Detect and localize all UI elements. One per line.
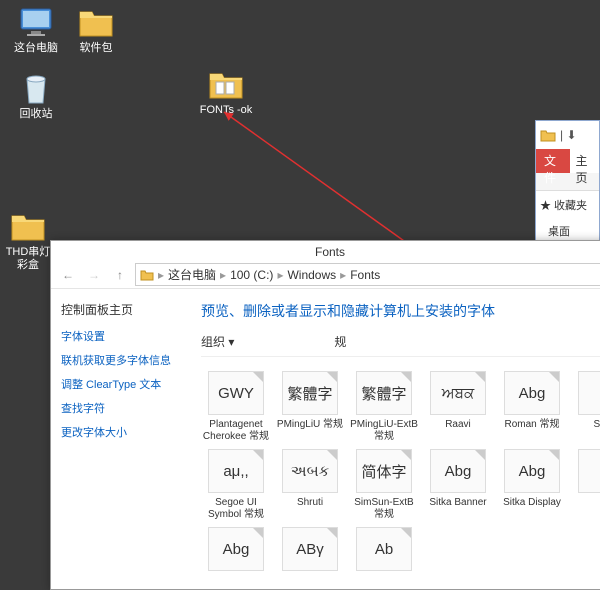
font-thumb: 简体字 [356, 449, 412, 493]
breadcrumb-seg[interactable]: Fonts [350, 268, 380, 282]
breadcrumb[interactable]: ▸ 这台电脑 ▸ 100 (C:) ▸ Windows ▸ Fonts [135, 263, 600, 286]
main-pane: 预览、删除或者显示和隐藏计算机上安装的字体 组织 ▾ 规 GWY Plantage… [181, 289, 600, 589]
sidebar-link[interactable]: 调整 ClearType 文本 [61, 376, 171, 392]
font-label: PMingLiU-ExtB 常规 [349, 419, 419, 443]
nav-forward-button[interactable]: → [83, 265, 105, 285]
font-thumb: S [578, 449, 600, 493]
font-label: Segoe UI Symbol 常规 [201, 497, 271, 521]
font-item[interactable]: A Scala [571, 371, 600, 443]
font-thumb: aμ,, [208, 449, 264, 493]
font-item[interactable]: aμ,, Segoe UI Symbol 常规 [201, 449, 271, 521]
font-item[interactable]: GWY Plantagenet Cherokee 常规 [201, 371, 271, 443]
font-item[interactable]: ਅਬਕ Raavi [423, 371, 493, 443]
desktop-icon-recycle[interactable]: 回收站 [8, 70, 64, 121]
desktop-icon-software[interactable]: 软件包 [68, 4, 124, 55]
sidebar-link[interactable]: 字体设置 [61, 328, 171, 344]
sidebar-header: 控制面板主页 [61, 301, 171, 318]
font-item[interactable]: Abg [201, 527, 271, 575]
tab-file[interactable]: 文件 [536, 149, 570, 173]
sidebar-link[interactable]: 查找字符 [61, 400, 171, 416]
font-thumb: A [578, 371, 600, 415]
font-label: PMingLiU 常规 [275, 419, 345, 431]
toolbar-regular: 规 [334, 333, 346, 350]
font-item[interactable]: Abg Sitka Banner [423, 449, 493, 521]
breadcrumb-seg[interactable]: 这台电脑 [168, 266, 216, 283]
font-label: Raavi [423, 419, 493, 431]
font-thumb: ਅਬਕ [430, 371, 486, 415]
sidebar-desktop[interactable]: 桌面 [540, 223, 595, 239]
recycle-bin-icon [18, 70, 54, 106]
folder-icon [208, 66, 244, 102]
font-item[interactable]: 繁體字 PMingLiU 常规 [275, 371, 345, 443]
font-label: Sitka Banner [423, 497, 493, 509]
annotation-arrow [220, 108, 440, 258]
desktop-icon-label: THD串灯 彩盒 [2, 246, 54, 272]
folder-icon [140, 268, 154, 282]
font-thumb: 繁體字 [356, 371, 412, 415]
font-thumb: Abg [504, 371, 560, 415]
favorites-label[interactable]: ★ 收藏夹 [540, 197, 595, 213]
sidebar: 控制面板主页 字体设置 联机获取更多字体信息 调整 ClearType 文本 查… [51, 289, 181, 589]
folder-icon [10, 208, 46, 244]
desktop-icon-label: 这台电脑 [8, 42, 64, 55]
font-label: Shruti [275, 497, 345, 509]
font-label: S [571, 497, 600, 509]
font-item[interactable]: Abg Roman 常规 [497, 371, 567, 443]
sidebar-link[interactable]: 联机获取更多字体信息 [61, 352, 171, 368]
font-item[interactable]: Ab [349, 527, 419, 575]
font-item[interactable]: ΑΒγ [275, 527, 345, 575]
sidebar-link[interactable]: 更改字体大小 [61, 424, 171, 440]
font-thumb: Abg [208, 527, 264, 571]
page-heading: 预览、删除或者显示和隐藏计算机上安装的字体 [201, 301, 600, 321]
font-thumb: 繁體字 [282, 371, 338, 415]
font-label: SimSun-ExtB 常规 [349, 497, 419, 521]
nav-up-button[interactable]: ↑ [109, 265, 131, 285]
desktop-icon-this-pc[interactable]: 这台电脑 [8, 4, 64, 55]
font-thumb: અબક [282, 449, 338, 493]
window-title: Fonts [51, 241, 600, 261]
font-item[interactable]: 繁體字 PMingLiU-ExtB 常规 [349, 371, 419, 443]
organize-menu[interactable]: 组织 ▾ [201, 333, 234, 350]
font-label: Plantagenet Cherokee 常规 [201, 419, 271, 443]
computer-icon [18, 4, 54, 40]
font-thumb: ΑΒγ [282, 527, 338, 571]
font-label: Roman 常规 [497, 419, 567, 431]
desktop-icon-fonts-ok[interactable]: FONTs -ok [198, 66, 254, 117]
font-item[interactable]: અબક Shruti [275, 449, 345, 521]
desktop-icon-label: 软件包 [68, 42, 124, 55]
font-grid: GWYPlantagenet Cherokee 常规繁體字PMingLiU 常规… [201, 371, 600, 575]
small-window-titlebar: | ⬇ [536, 121, 599, 149]
breadcrumb-seg[interactable]: Windows [287, 268, 336, 282]
font-thumb: Ab [356, 527, 412, 571]
font-thumb: Abg [430, 449, 486, 493]
font-item[interactable]: SS [571, 449, 600, 521]
desktop-icon-label: 回收站 [8, 108, 64, 121]
breadcrumb-seg[interactable]: 100 (C:) [230, 268, 273, 282]
font-label: Sitka Display [497, 497, 567, 509]
font-thumb: Abg [504, 449, 560, 493]
font-thumb: GWY [208, 371, 264, 415]
partial-explorer-window: | ⬇ 文件 主页 ★ 收藏夹 桌面 [535, 120, 600, 240]
desktop-icon-thd[interactable]: THD串灯 彩盒 [2, 208, 54, 272]
tab-home[interactable]: 主页 [570, 149, 600, 173]
folder-icon [540, 127, 556, 143]
font-item[interactable]: Abg Sitka Display [497, 449, 567, 521]
folder-icon [78, 4, 114, 40]
nav-back-button[interactable]: ← [57, 265, 79, 285]
desktop-icon-label: FONTs -ok [198, 104, 254, 117]
font-label: Scala [571, 419, 600, 431]
fonts-window: Fonts ← → ↑ ▸ 这台电脑 ▸ 100 (C:) ▸ Windows … [50, 240, 600, 590]
font-item[interactable]: 简体字 SimSun-ExtB 常规 [349, 449, 419, 521]
